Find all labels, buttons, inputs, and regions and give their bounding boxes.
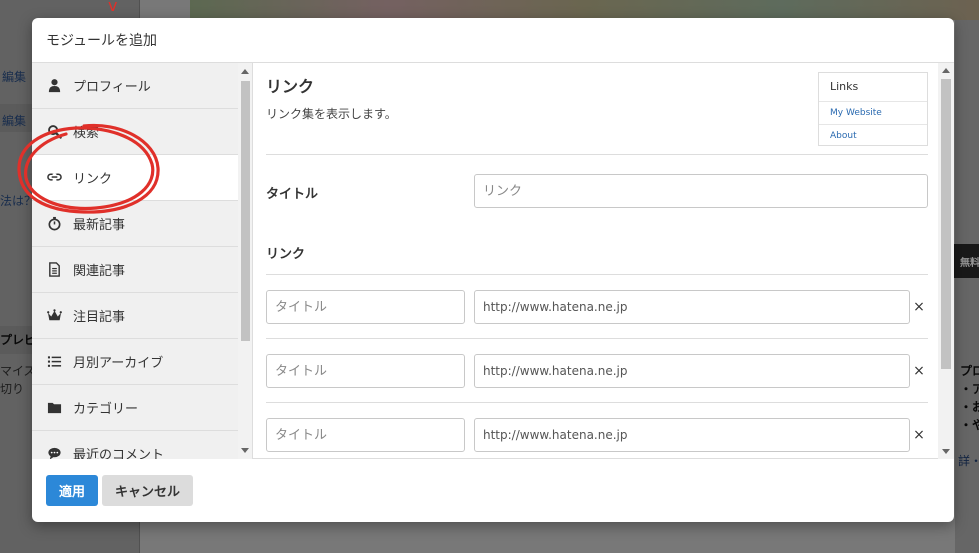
links-section-label: リンク (266, 247, 306, 262)
link-title-input[interactable] (266, 354, 465, 388)
dialog-title: モジュールを追加 (46, 33, 158, 49)
user-icon (46, 78, 62, 94)
module-item-search[interactable]: 検索 (32, 109, 252, 155)
detail-scrollbar[interactable] (938, 63, 954, 459)
divider (266, 338, 928, 339)
search-icon (46, 124, 62, 140)
dialog-body: プロフィール 検索 リンク 最新記事 関連記事 注目記事 月別アーカイブ カテゴ… (32, 63, 954, 459)
folder-icon (46, 400, 62, 416)
preview-link: About (819, 124, 927, 147)
module-item-featured-entries[interactable]: 注目記事 (32, 293, 252, 339)
remove-link-button[interactable]: × (912, 364, 926, 378)
comment-icon (46, 446, 62, 459)
module-title-input[interactable] (474, 174, 928, 208)
add-module-dialog: モジュールを追加 プロフィール 検索 リンク 最新記事 関連記事 注目記事 月別… (32, 18, 954, 522)
scrollbar-thumb[interactable] (241, 81, 250, 341)
module-item-recent-comments[interactable]: 最近のコメント (32, 431, 252, 459)
dialog-footer: 適用 キャンセル (32, 459, 954, 522)
module-detail-title: リンク (266, 77, 315, 96)
module-list-scrollbar[interactable] (238, 63, 252, 459)
crown-icon (46, 308, 62, 324)
link-url-input[interactable] (474, 354, 910, 388)
module-item-label: 注目記事 (73, 310, 126, 325)
preview-link: My Website (819, 101, 927, 124)
scrollbar-thumb[interactable] (941, 79, 951, 369)
module-detail-pane: リンク リンク集を表示します。 Links My Website About タ… (254, 63, 954, 459)
scroll-up-arrow-icon[interactable] (942, 68, 950, 73)
module-item-label: 月別アーカイブ (73, 356, 164, 371)
stopwatch-icon (46, 216, 62, 232)
module-item-label: リンク (73, 172, 113, 187)
red-annotation-mark-icon: v (108, 0, 118, 15)
scroll-down-arrow-icon[interactable] (241, 448, 249, 453)
module-item-label: 最新記事 (73, 218, 126, 233)
module-item-recent-entries[interactable]: 最新記事 (32, 201, 252, 247)
divider (266, 274, 928, 275)
module-detail-description: リンク集を表示します。 (266, 107, 397, 121)
module-item-label: 最近のコメント (73, 448, 165, 459)
module-item-label: プロフィール (73, 80, 151, 95)
module-item-profile[interactable]: プロフィール (32, 63, 252, 109)
apply-button[interactable]: 適用 (46, 475, 99, 506)
divider (266, 402, 928, 403)
module-preview: Links My Website About (818, 72, 928, 146)
dialog-header: モジュールを追加 (32, 18, 954, 63)
module-item-links[interactable]: リンク (32, 155, 252, 201)
module-item-categories[interactable]: カテゴリー (32, 385, 252, 431)
document-icon (46, 262, 62, 278)
link-title-input[interactable] (266, 290, 465, 324)
remove-link-button[interactable]: × (912, 428, 926, 442)
list-icon (46, 354, 62, 370)
title-field-label: タイトル (266, 187, 319, 202)
link-title-input[interactable] (266, 418, 465, 452)
module-item-label: 検索 (73, 126, 100, 141)
scroll-up-arrow-icon[interactable] (241, 69, 249, 74)
module-detail-header: リンク リンク集を表示します。 Links My Website About (266, 63, 928, 155)
remove-link-button[interactable]: × (912, 300, 926, 314)
module-item-monthly-archive[interactable]: 月別アーカイブ (32, 339, 252, 385)
link-url-input[interactable] (474, 418, 910, 452)
preview-title: Links (830, 80, 859, 93)
cancel-button[interactable]: キャンセル (102, 475, 194, 506)
module-item-label: カテゴリー (73, 402, 139, 417)
module-item-related-entries[interactable]: 関連記事 (32, 247, 252, 293)
module-item-label: 関連記事 (73, 264, 126, 279)
module-list: プロフィール 検索 リンク 最新記事 関連記事 注目記事 月別アーカイブ カテゴ… (32, 63, 253, 459)
link-url-input[interactable] (474, 290, 910, 324)
link-icon (46, 170, 62, 186)
scroll-down-arrow-icon[interactable] (942, 449, 950, 454)
